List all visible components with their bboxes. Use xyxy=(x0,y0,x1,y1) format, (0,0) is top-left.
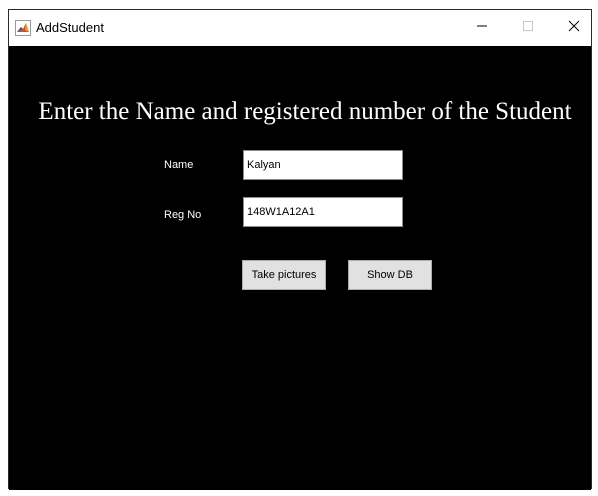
title-bar[interactable]: AddStudent xyxy=(9,10,591,46)
addstudent-window: AddStudent Enter the Name and registered… xyxy=(8,9,592,490)
name-input[interactable] xyxy=(243,150,403,180)
reg-no-label: Reg No xyxy=(164,209,202,221)
minimize-icon xyxy=(476,19,488,37)
show-db-button[interactable]: Show DB xyxy=(348,260,432,290)
maximize-icon xyxy=(522,19,534,37)
window-title: AddStudent xyxy=(36,20,104,35)
name-label: Name xyxy=(164,159,194,171)
matlab-icon xyxy=(15,20,31,36)
maximize-button[interactable] xyxy=(505,10,551,46)
take-pictures-button[interactable]: Take pictures xyxy=(242,260,326,290)
minimize-button[interactable] xyxy=(459,10,505,46)
form-heading: Enter the Name and registered number of … xyxy=(38,98,572,125)
close-icon xyxy=(568,19,580,37)
reg-no-input[interactable] xyxy=(243,197,403,227)
form-panel: Enter the Name and registered number of … xyxy=(9,46,591,490)
close-button[interactable] xyxy=(551,10,597,46)
